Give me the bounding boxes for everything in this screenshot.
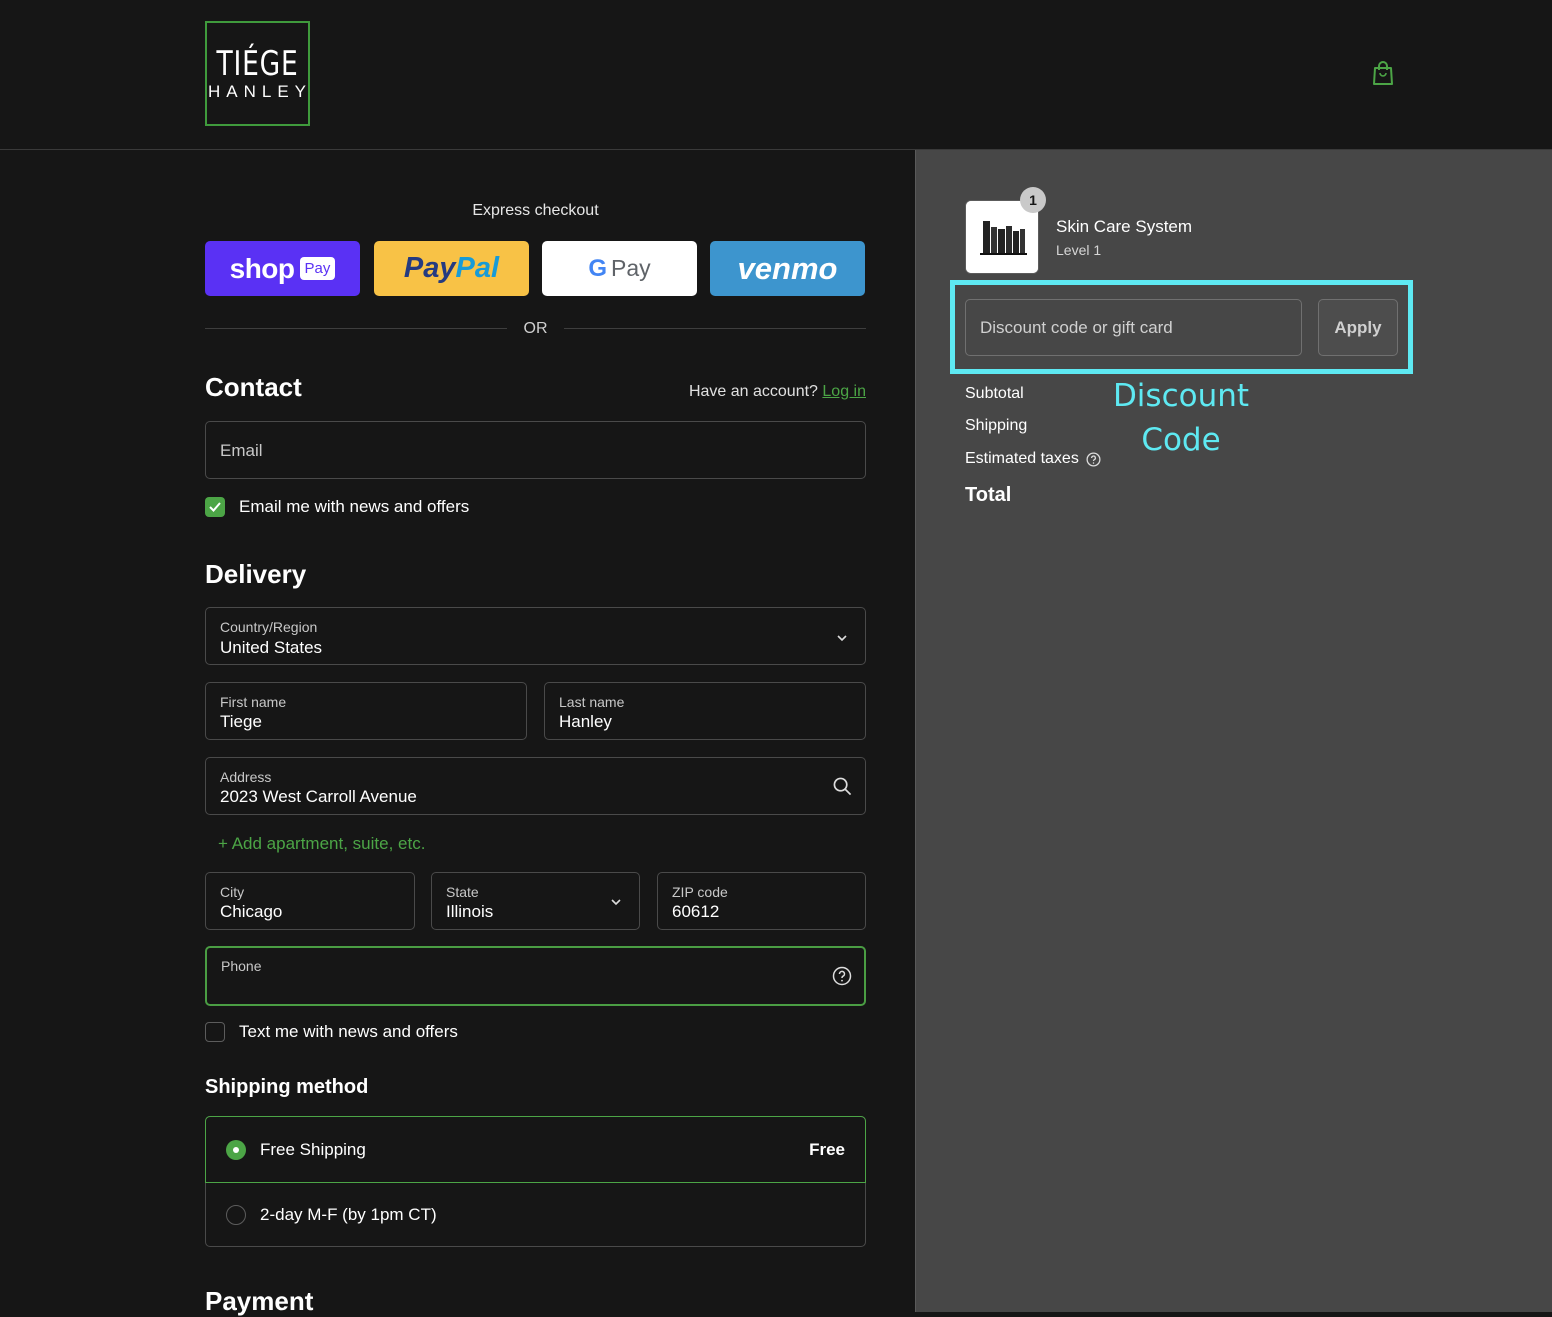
- shop-pay-badge: Pay: [299, 257, 336, 280]
- state-select[interactable]: State Illinois: [431, 872, 640, 930]
- zip-field[interactable]: ZIP code 60612: [657, 872, 866, 930]
- google-pay-label: Pay: [611, 255, 651, 281]
- venmo-wordmark: venmo: [737, 250, 838, 286]
- search-icon[interactable]: [833, 777, 852, 796]
- shopping-bag-icon[interactable]: [1372, 60, 1394, 86]
- shipping-option-price: Free: [809, 1139, 845, 1159]
- shipping-method-heading: Shipping method: [205, 1076, 369, 1098]
- product-name: Skin Care System: [1056, 217, 1193, 236]
- estimated-taxes-label: Estimated taxes: [965, 450, 1079, 467]
- help-circle-icon[interactable]: [1086, 451, 1101, 467]
- logo-line1: TIÉGE: [216, 43, 299, 84]
- address-label: Address: [220, 769, 272, 785]
- last-name-field[interactable]: Last name Hanley: [544, 682, 866, 740]
- paypal-wordmark-b: Pal: [455, 252, 500, 284]
- country-select[interactable]: Country/Region United States: [205, 607, 866, 665]
- country-label: Country/Region: [220, 619, 318, 635]
- help-circle-icon[interactable]: [832, 966, 852, 986]
- text-news-option[interactable]: Text me with news and offers: [205, 1022, 458, 1042]
- checkmark-icon: [209, 502, 221, 512]
- zip-value: 60612: [672, 902, 720, 921]
- email-news-checkbox[interactable]: [205, 497, 225, 517]
- city-label: City: [220, 884, 245, 900]
- annotation-discount: Discount: [1112, 378, 1250, 414]
- account-prompt: Have an account? Log in: [689, 383, 866, 401]
- venmo-button[interactable]: venmo: [710, 241, 865, 296]
- delivery-heading: Delivery: [205, 559, 307, 589]
- shipping-option-label: 2-day M-F (by 1pm CT): [260, 1204, 437, 1224]
- account-prompt-text: Have an account?: [688, 383, 818, 400]
- zip-label: ZIP code: [672, 884, 728, 900]
- email-placeholder: Email: [220, 441, 263, 460]
- annotation-code: Code: [1141, 422, 1221, 458]
- total-label: Total: [965, 484, 1012, 506]
- text-news-checkbox[interactable]: [205, 1022, 225, 1042]
- chevron-down-icon: [611, 899, 621, 906]
- state-label: State: [446, 884, 479, 900]
- logo-line2: HANLEY: [207, 81, 313, 101]
- discount-code-field[interactable]: Discount code or gift card: [965, 299, 1302, 356]
- shipping-option-2day[interactable]: 2-day M-F (by 1pm CT): [206, 1182, 865, 1247]
- shop-pay-wordmark: shop: [229, 252, 295, 284]
- address-value: 2023 West Carroll Avenue: [220, 787, 417, 806]
- contact-heading: Contact: [205, 372, 302, 402]
- shipping-option-free[interactable]: Free Shipping Free: [205, 1116, 866, 1183]
- email-news-option[interactable]: Email me with news and offers: [205, 497, 469, 517]
- phone-label: Phone: [221, 958, 262, 974]
- text-news-label: Text me with news and offers: [239, 1022, 458, 1041]
- shipping-option-label: Free Shipping: [260, 1139, 366, 1159]
- brand-logo[interactable]: TIÉGE HANLEY: [205, 21, 310, 126]
- last-name-value: Hanley: [559, 712, 612, 731]
- apply-button[interactable]: Apply: [1318, 299, 1398, 356]
- or-label: OR: [523, 320, 548, 337]
- shipping-options: Free Shipping Free 2-day M-F (by 1pm CT): [205, 1116, 866, 1247]
- google-pay-button[interactable]: G Pay: [542, 241, 697, 296]
- country-value: United States: [220, 638, 323, 657]
- phone-field[interactable]: Phone: [205, 946, 866, 1006]
- email-news-label: Email me with news and offers: [239, 497, 470, 516]
- city-value: Chicago: [220, 902, 283, 921]
- quantity-badge: 1: [1020, 187, 1046, 213]
- add-apartment-link[interactable]: + Add apartment, suite, etc.: [218, 834, 425, 854]
- login-link[interactable]: Log in: [822, 383, 866, 400]
- state-value: Illinois: [446, 902, 494, 921]
- chevron-down-icon: [837, 635, 847, 642]
- order-summary: 1 Skin Care System Level 1 Discount code…: [915, 150, 1552, 1312]
- discount-placeholder: Discount code or gift card: [980, 318, 1173, 337]
- subtotal-label: Subtotal: [965, 385, 1024, 402]
- radio-selected[interactable]: [226, 1139, 246, 1160]
- express-checkout-title: Express checkout: [472, 202, 599, 219]
- site-header: TIÉGE HANLEY: [0, 0, 1552, 150]
- radio-unselected[interactable]: [226, 1204, 246, 1225]
- payment-heading: Payment: [205, 1286, 314, 1316]
- google-g-icon: G: [588, 254, 608, 282]
- paypal-button[interactable]: Pay Pal: [374, 241, 529, 296]
- last-name-label: Last name: [559, 694, 625, 710]
- city-field[interactable]: City Chicago: [205, 872, 415, 930]
- first-name-value: Tiege: [220, 712, 262, 731]
- estimated-taxes-row: Estimated taxes: [965, 450, 1101, 468]
- paypal-wordmark-a: Pay: [403, 252, 456, 284]
- address-field[interactable]: Address 2023 West Carroll Avenue: [205, 757, 866, 815]
- first-name-field[interactable]: First name Tiege: [205, 682, 527, 740]
- product-variant: Level 1: [1056, 242, 1102, 258]
- email-field[interactable]: Email: [205, 421, 866, 479]
- shop-pay-button[interactable]: shop Pay: [205, 241, 360, 296]
- shipping-label: Shipping: [965, 417, 1028, 434]
- or-divider: OR: [205, 320, 866, 338]
- first-name-label: First name: [220, 694, 287, 710]
